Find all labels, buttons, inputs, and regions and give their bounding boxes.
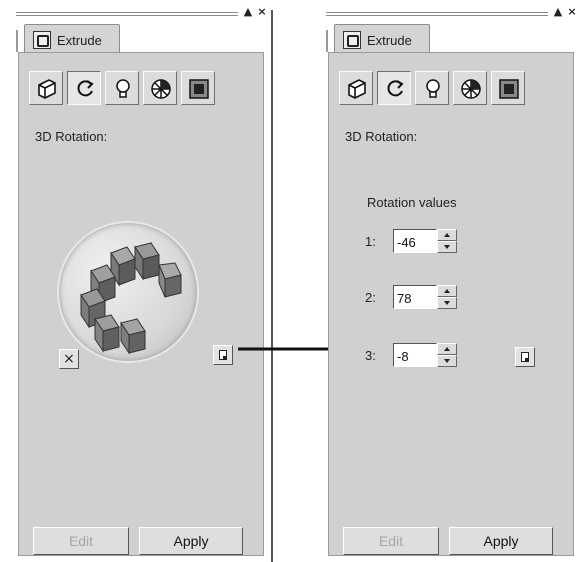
bevel-button[interactable] (181, 71, 215, 105)
spin-up-icon[interactable] (437, 229, 457, 241)
lighting-button[interactable] (415, 71, 449, 105)
toggle-rotation-sphere-button[interactable] (515, 347, 535, 367)
section-label: 3D Rotation: (35, 129, 108, 144)
lighting-icon (426, 79, 440, 98)
extrude-tab-icon (33, 31, 51, 49)
divider-line (271, 10, 273, 562)
rotation-values-title: Rotation values (367, 195, 457, 210)
collapse-icon[interactable]: ▲ (552, 6, 564, 18)
spin-down-icon[interactable] (437, 355, 457, 367)
bevel-button[interactable] (491, 71, 525, 105)
section-label: 3D Rotation: (345, 129, 418, 144)
rotation-value-3-field[interactable] (393, 343, 437, 367)
extrude-icon (348, 79, 366, 99)
rotation-label-1: 1: (365, 234, 376, 249)
extrude-icon (38, 79, 56, 99)
color-button[interactable] (143, 71, 177, 105)
bevel-icon (499, 79, 519, 99)
edit-button[interactable]: Edit (343, 527, 439, 555)
extrude-docker-sphere-view: ▲ × Extrude 3D Rotation: × Edit Apply (10, 4, 270, 560)
tab-extrude[interactable]: Extrude (24, 24, 120, 54)
rotation-value-2-field[interactable] (393, 285, 437, 309)
rotation-value-2-spinner[interactable] (437, 285, 457, 309)
tab-extrude[interactable]: Extrude (334, 24, 430, 54)
rotated-object-preview (80, 242, 182, 355)
rotation-value-1-spinner[interactable] (437, 229, 457, 253)
rotation-label-2: 2: (365, 290, 376, 305)
extrude-type-button[interactable] (339, 71, 373, 105)
tab-label: Extrude (367, 33, 412, 48)
rotation-icon (387, 80, 404, 97)
tab-separator (326, 30, 328, 52)
color-icon (461, 79, 481, 99)
toggle-rotation-values-button[interactable] (213, 345, 233, 365)
edit-button[interactable]: Edit (33, 527, 129, 555)
collapse-icon[interactable]: ▲ (242, 6, 254, 18)
docker-body: 3D Rotation: Rotation values 1: 2: 3: (328, 52, 574, 556)
apply-button[interactable]: Apply (139, 527, 243, 555)
rotation-sphere[interactable] (59, 223, 197, 361)
apply-button[interactable]: Apply (449, 527, 553, 555)
rotation-row-3: 3: (365, 343, 465, 367)
bevel-icon (189, 79, 209, 99)
tab-label: Extrude (57, 33, 102, 48)
docker-grip[interactable] (326, 12, 548, 13)
spin-down-icon[interactable] (437, 241, 457, 253)
rotation-button[interactable] (377, 71, 411, 105)
extrude-tab-icon (343, 31, 361, 49)
docker-grip[interactable] (16, 12, 238, 13)
lighting-button[interactable] (105, 71, 139, 105)
tab-separator (16, 30, 18, 52)
color-button[interactable] (453, 71, 487, 105)
page-icon (521, 352, 529, 362)
close-icon[interactable]: × (566, 6, 576, 18)
docker-body: 3D Rotation: × Edit Apply (18, 52, 264, 556)
rotation-row-2: 2: (365, 285, 465, 309)
lighting-icon (116, 79, 130, 98)
spin-up-icon[interactable] (437, 343, 457, 355)
rotation-button[interactable] (67, 71, 101, 105)
rotation-value-3-spinner[interactable] (437, 343, 457, 367)
spin-down-icon[interactable] (437, 297, 457, 309)
color-icon (151, 79, 171, 99)
reset-rotation-button[interactable]: × (59, 349, 79, 369)
page-icon (219, 350, 227, 360)
extrude-docker-values-view: ▲ × Extrude 3D Rotation: Rotation values… (320, 4, 576, 560)
rotation-value-1-field[interactable] (393, 229, 437, 253)
close-icon[interactable]: × (256, 6, 268, 18)
spin-up-icon[interactable] (437, 285, 457, 297)
rotation-icon (77, 80, 94, 97)
close-icon: × (63, 351, 75, 367)
rotation-label-3: 3: (365, 348, 376, 363)
rotation-row-1: 1: (365, 229, 465, 253)
extrude-type-button[interactable] (29, 71, 63, 105)
